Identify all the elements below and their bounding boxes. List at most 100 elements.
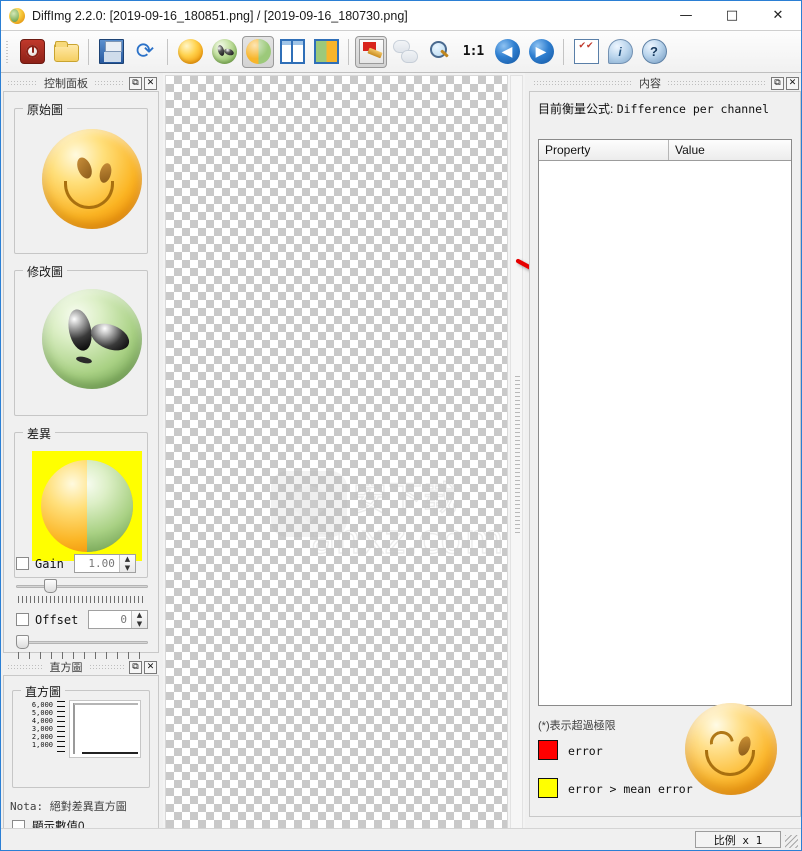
control-panel-title: 控制面板 [44, 78, 88, 90]
exit-button[interactable] [16, 36, 48, 68]
content-panel-title: 内容 [639, 78, 661, 90]
one-to-one-icon: 1:1 [462, 44, 484, 59]
histogram-panel-caption[interactable]: 直方圖 ⧉ ✕ [3, 659, 159, 675]
paint-mask-icon [358, 39, 384, 64]
gain-slider[interactable] [16, 579, 148, 593]
column-header-value[interactable]: Value [669, 140, 791, 160]
maximize-button[interactable]: □ [709, 1, 755, 31]
gain-checkbox[interactable] [16, 557, 29, 570]
alien-mouth [75, 355, 93, 365]
folder-open-icon [53, 41, 79, 62]
difference-image-label: 差異 [23, 425, 56, 442]
show-original-button[interactable] [174, 36, 206, 68]
formula-label: 目前衡量公式: [538, 102, 614, 116]
legend-swatch-mean-error [538, 778, 558, 798]
watermark-shield-icon [293, 485, 325, 523]
scale-indicator[interactable]: 比例 x 1 [695, 831, 781, 848]
help-button[interactable]: ? [638, 36, 670, 68]
checklist-icon [573, 39, 599, 64]
difference-canvas[interactable]: 安下载 anxz.com [165, 75, 508, 829]
compare-bubbles-icon [392, 39, 418, 64]
canvas-vertical-scrollbar[interactable] [510, 75, 523, 829]
float-icon[interactable]: ⧉ [129, 660, 142, 674]
offset-spin-arrows[interactable]: ▲ ▼ [131, 611, 147, 628]
close-button[interactable]: ✕ [755, 1, 801, 31]
main-toolbar: ⟳ 1:1 ◀ ▶ i ? [1, 31, 801, 73]
minimize-button[interactable]: — [663, 1, 709, 31]
close-icon: ✕ [772, 8, 784, 23]
blend-view-icon [313, 39, 339, 64]
title-bar: DiffImg 2.2.0: [2019-09-16_180851.png] /… [1, 1, 801, 31]
toolbar-separator [167, 38, 168, 65]
options-button[interactable] [570, 36, 602, 68]
close-panel-icon[interactable]: ✕ [786, 76, 799, 90]
status-bar: 比例 x 1 [1, 828, 801, 850]
caption-grip [534, 80, 632, 86]
histogram-plot[interactable] [69, 700, 141, 758]
legend-label-error: error [568, 744, 603, 758]
refresh-icon: ⟳ [135, 39, 155, 64]
offset-stepper[interactable]: 0 ▲ ▼ [88, 610, 148, 629]
logo-mouth [705, 750, 755, 776]
float-icon[interactable]: ⧉ [771, 76, 784, 90]
histogram-y-label: 4,000 [31, 717, 53, 725]
resize-handle[interactable] [785, 835, 798, 848]
gain-spin-arrows[interactable]: ▲ ▼ [118, 555, 135, 572]
gain-label: Gain [35, 556, 64, 571]
column-header-property[interactable]: Property [539, 140, 669, 160]
control-panel-body: 原始圖 修改圖 差異 Gain 1.00 ▲ ▼ Offset 0 ▲ ▼ [3, 91, 159, 659]
half-face-graphic [40, 459, 134, 553]
toolbar-grip[interactable] [4, 38, 13, 65]
gain-value: 1.00 [88, 557, 115, 570]
side-by-side-button[interactable] [276, 36, 308, 68]
mask-tool-button[interactable] [355, 35, 387, 68]
toolbar-separator [563, 38, 564, 65]
original-image-group: 原始圖 [14, 101, 148, 254]
diffimg-window: DiffImg 2.2.0: [2019-09-16_180851.png] /… [0, 0, 802, 851]
compare-button[interactable] [389, 36, 421, 68]
zoom-actual-button[interactable]: 1:1 [457, 36, 489, 68]
show-difference-button[interactable] [242, 35, 274, 68]
property-table-header: Property Value [539, 140, 791, 161]
original-image-preview[interactable] [42, 129, 142, 229]
info-button[interactable]: i [604, 36, 636, 68]
histogram-group-label: 直方圖 [21, 683, 66, 700]
show-modified-button[interactable] [208, 36, 240, 68]
content-panel-caption[interactable]: 内容 ⧉ ✕ [529, 75, 801, 91]
close-panel-icon[interactable]: ✕ [144, 660, 157, 674]
reload-button[interactable]: ⟳ [129, 36, 161, 68]
caption-grip [95, 80, 124, 86]
caption-grip [89, 664, 124, 670]
histogram-y-label: 3,000 [31, 725, 53, 733]
control-panel-caption[interactable]: 控制面板 ⧉ ✕ [3, 75, 159, 91]
toolbar-separator [348, 38, 349, 65]
property-table[interactable]: Property Value [538, 139, 792, 706]
smiley-mouth [64, 181, 114, 209]
offset-slider-knob[interactable] [16, 635, 29, 649]
histogram-panel-title: 直方圖 [49, 662, 83, 674]
modified-image-preview[interactable] [42, 289, 142, 389]
next-button[interactable]: ▶ [525, 36, 557, 68]
offset-slider[interactable] [16, 635, 148, 649]
offset-checkbox[interactable] [16, 613, 29, 626]
watermark-cn-text: 安下载 [352, 478, 458, 519]
half-face-alien-side [86, 459, 134, 553]
difference-image-preview[interactable] [32, 451, 142, 561]
float-icon[interactable]: ⧉ [129, 76, 142, 90]
close-panel-icon[interactable]: ✕ [144, 76, 157, 90]
modified-image-label: 修改圖 [23, 263, 68, 280]
open-button[interactable] [50, 36, 82, 68]
logo-face-graphic [685, 703, 777, 795]
blend-view-button[interactable] [310, 36, 342, 68]
save-button[interactable] [95, 36, 127, 68]
gain-stepper[interactable]: 1.00 ▲ ▼ [73, 554, 136, 573]
previous-button[interactable]: ◀ [491, 36, 523, 68]
histogram-baseline [82, 752, 138, 754]
half-smiley-alien-icon [245, 39, 271, 64]
histogram-group: 直方圖 6,000 5,000 4,000 3,000 2,000 1,000 [12, 683, 150, 788]
zoom-fit-button[interactable] [423, 36, 455, 68]
control-panel: 控制面板 ⧉ ✕ 原始圖 修改圖 差異 Gain 1.00 ▲ ▼ Offset… [3, 75, 159, 659]
gain-row: Gain 1.00 ▲ ▼ [16, 554, 148, 573]
gain-slider-knob[interactable] [44, 579, 57, 593]
caption-grip [8, 664, 43, 670]
